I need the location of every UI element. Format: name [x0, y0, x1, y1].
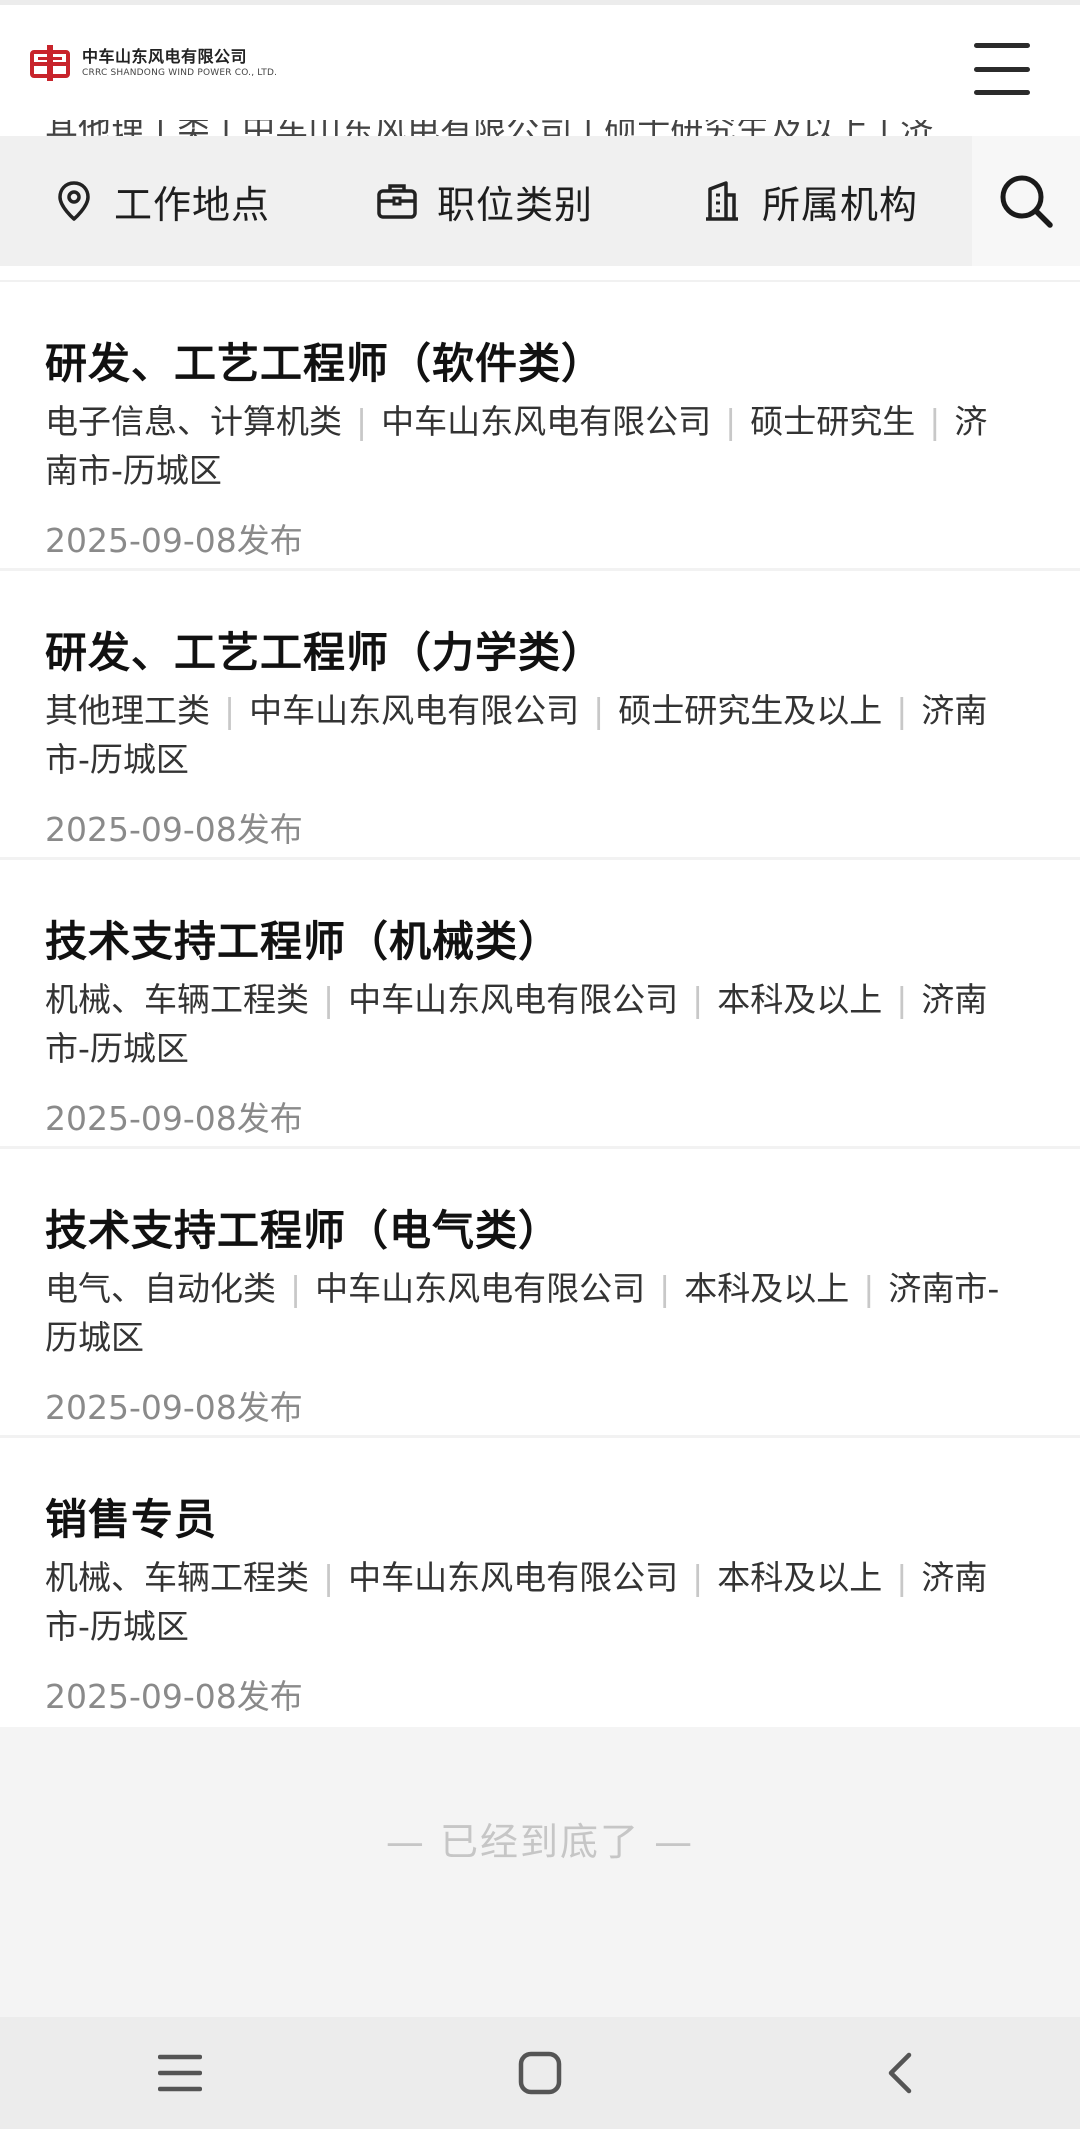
filter-bar: 工作地点 职位类别 所属机构	[0, 136, 972, 266]
nav-home-button[interactable]	[495, 2028, 585, 2118]
briefcase-icon	[377, 184, 417, 219]
back-icon	[888, 2052, 912, 2094]
job-title: 技术支持工程师（机械类）	[45, 917, 562, 966]
building-icon	[706, 181, 738, 221]
job-education: 硕士研究生	[750, 402, 916, 441]
system-nav-bar	[0, 2017, 1080, 2129]
logo-text: 中车山东风电有限公司 CRRC SHANDONG WIND POWER CO.,…	[82, 47, 277, 79]
job-company: 中车山东风电有限公司	[315, 1269, 646, 1308]
job-date: 2025-09-08发布	[45, 1677, 303, 1716]
filter-category[interactable]: 职位类别	[375, 136, 593, 266]
filter-location[interactable]: 工作地点	[52, 136, 270, 266]
job-category: 电气、自动化类	[45, 1269, 276, 1308]
job-meta: 其他理工类 | 中车山东风电有限公司 | 硕士研究生及以上 | 济南市-历城区	[45, 691, 988, 779]
job-date: 2025-09-08发布	[45, 810, 303, 849]
job-card[interactable]: 研发、工艺工程师（软件类） 电子信息、计算机类 | 中车山东风电有限公司 | 硕士研究生…	[0, 282, 1080, 571]
menu-bar-icon	[974, 43, 1030, 48]
recents-icon	[158, 2054, 202, 2092]
job-date: 2025-09-08发布	[45, 521, 303, 560]
job-card[interactable]: 销售专员 机械、车辆工程类 | 中车山东风电有限公司 | 本科及以上 | 济南市-历城区 2…	[0, 1438, 1080, 1724]
job-education: 本科及以上	[684, 1269, 850, 1308]
job-title: 研发、工艺工程师（力学类）	[45, 628, 605, 677]
job-company: 中车山东风电有限公司	[249, 691, 580, 730]
search-button[interactable]	[972, 136, 1080, 266]
filter-organization[interactable]: 所属机构	[700, 136, 918, 266]
job-education: 硕士研究生及以上	[618, 691, 883, 730]
menu-bar-icon	[974, 66, 1030, 72]
page: 中车山东风电有限公司 CRRC SHANDONG WIND POWER CO.,…	[0, 0, 1080, 2129]
crrc-logo-icon	[30, 45, 70, 81]
menu-button[interactable]	[974, 43, 1030, 95]
search-icon	[1000, 175, 1053, 228]
job-category: 电子信息、计算机类	[45, 402, 342, 441]
job-category: 机械、车辆工程类	[45, 980, 309, 1019]
job-meta: 电气、自动化类 | 中车山东风电有限公司 | 本科及以上 | 济南市-历城区	[45, 1269, 1000, 1357]
job-category: 机械、车辆工程类	[45, 1558, 309, 1597]
job-company: 中车山东风电有限公司	[381, 402, 712, 441]
filter-organization-label: 所属机构	[762, 182, 919, 227]
location-pin-icon	[58, 181, 90, 221]
list-end-area: — 已经到底了 —	[0, 1727, 1080, 2017]
job-education: 本科及以上	[717, 1558, 883, 1597]
nav-recents-button[interactable]	[135, 2028, 225, 2118]
company-logo[interactable]: 中车山东风电有限公司 CRRC SHANDONG WIND POWER CO.,…	[30, 43, 277, 83]
home-icon	[518, 2051, 562, 2095]
nav-back-button[interactable]	[855, 2028, 945, 2118]
job-company: 中车山东风电有限公司	[348, 980, 679, 1019]
filter-category-label: 职位类别	[437, 182, 594, 227]
job-card[interactable]: 技术支持工程师（机械类） 机械、车辆工程类 | 中车山东风电有限公司 | 本科及以上 | 济…	[0, 860, 1080, 1149]
job-title: 技术支持工程师（电气类）	[45, 1206, 562, 1255]
job-card[interactable]: 技术支持工程师（电气类） 电气、自动化类 | 中车山东风电有限公司 | 本科及以上 | 济南…	[0, 1149, 1080, 1438]
job-meta: 机械、车辆工程类 | 中车山东风电有限公司 | 本科及以上 | 济南市-历城区	[45, 1558, 988, 1646]
menu-bar-icon	[974, 90, 1030, 95]
filter-location-label: 工作地点	[114, 182, 271, 227]
job-card[interactable]: 研发、工艺工程师（力学类） 其他理工类 | 中车山东风电有限公司 | 硕士研究生及以上 |…	[0, 571, 1080, 860]
job-title: 研发、工艺工程师（软件类）	[45, 339, 605, 388]
site-header: 中车山东风电有限公司 CRRC SHANDONG WIND POWER CO.,…	[0, 5, 1080, 135]
logo-en: CRRC SHANDONG WIND POWER CO., LTD.	[82, 68, 278, 78]
job-meta: 电子信息、计算机类 | 中车山东风电有限公司 | 硕士研究生 | 济南市-历城区	[45, 402, 988, 490]
job-education: 本科及以上	[717, 980, 883, 1019]
job-date: 2025-09-08发布	[45, 1099, 303, 1138]
job-company: 中车山东风电有限公司	[348, 1558, 679, 1597]
end-of-list-text: — 已经到底了 —	[385, 1820, 695, 1864]
job-category: 其他理工类	[45, 691, 210, 730]
job-list: 研发、工艺工程师（软件类） 电子信息、计算机类 | 中车山东风电有限公司 | 硕士研究生…	[0, 282, 1080, 1724]
job-meta: 机械、车辆工程类 | 中车山东风电有限公司 | 本科及以上 | 济南市-历城区	[45, 980, 988, 1068]
job-date: 2025-09-08发布	[45, 1388, 303, 1427]
logo-cn: 中车山东风电有限公司	[82, 47, 248, 66]
job-title: 销售专员	[45, 1495, 218, 1544]
